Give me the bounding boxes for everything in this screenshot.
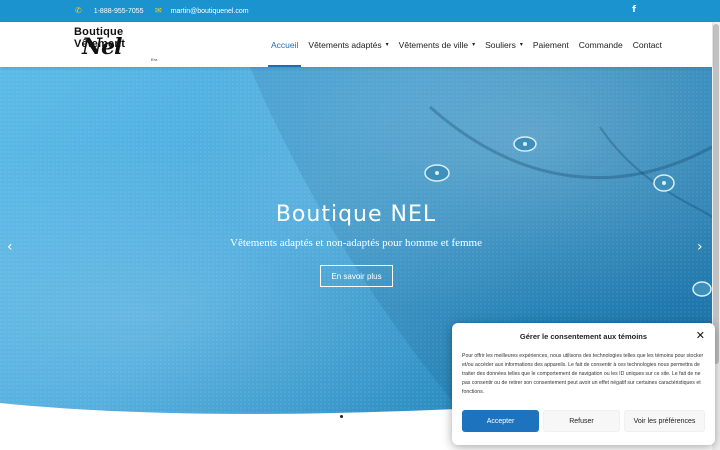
nav-item-vetements-adaptes[interactable]: Vêtements adaptés ▾ <box>303 22 393 67</box>
consent-buttons: Accepter Refuser Voir les préférences <box>462 410 705 432</box>
chevron-down-icon: ▾ <box>472 42 476 48</box>
phone-contact[interactable]: ✆ 1-888-955-7055 <box>75 7 144 15</box>
phone-number[interactable]: 1-888-955-7055 <box>94 8 144 15</box>
nav-item-label: Vêtements de ville <box>398 39 469 50</box>
nav-item-label: Contact <box>632 39 663 50</box>
nav-item-label: Vêtements adaptés <box>308 39 382 50</box>
slider-next-icon[interactable]: › <box>697 239 703 255</box>
envelope-icon: ✉ <box>155 6 162 15</box>
nav-item-label: Accueil <box>271 39 299 50</box>
hero-subtitle: Vêtements adaptés et non-adaptés pour ho… <box>230 237 482 249</box>
nav-item-label: Souliers <box>485 39 516 50</box>
nav-item-contact[interactable]: Contact <box>628 22 667 67</box>
learn-more-button[interactable]: En savoir plus <box>320 265 393 287</box>
top-bar: ✆ 1-888-955-7055 ✉ martin@boutiquenel.co… <box>0 0 720 22</box>
phone-icon: ✆ <box>75 6 82 15</box>
accept-button[interactable]: Accepter <box>462 410 539 432</box>
consent-text: Pour offrir les meilleures expériences, … <box>462 353 704 395</box>
scrollbar-thumb[interactable] <box>713 24 719 364</box>
nav-item-souliers[interactable]: Souliers ▾ <box>480 22 528 67</box>
chevron-down-icon: ▾ <box>519 42 523 48</box>
site-header: Boutique Vêtement Nel Enr. Accueil Vêtem… <box>0 22 712 67</box>
slider-prev-icon[interactable]: ‹ <box>7 239 13 255</box>
nav-item-vetements-de-ville[interactable]: Vêtements de ville ▾ <box>394 22 480 67</box>
logo-suffix: Enr. <box>151 57 159 62</box>
email-address[interactable]: martin@boutiquenel.com <box>171 8 249 15</box>
chevron-down-icon: ▾ <box>385 42 389 48</box>
nav-item-commande[interactable]: Commande <box>574 22 628 67</box>
view-preferences-button[interactable]: Voir les préférences <box>624 410 705 432</box>
nav-item-label: Paiement <box>532 39 569 50</box>
cookie-consent-dialog: Gérer le consentement aux témoins ✕ Pour… <box>452 323 715 445</box>
logo-line2: Nel <box>82 34 122 60</box>
slider-pagination[interactable] <box>340 415 343 418</box>
consent-title: Gérer le consentement aux témoins <box>519 332 648 341</box>
nav-item-paiement[interactable]: Paiement <box>528 22 574 67</box>
hero-title: Boutique NEL <box>275 202 437 227</box>
nav-item-accueil[interactable]: Accueil <box>266 22 303 67</box>
close-icon[interactable]: ✕ <box>696 329 705 342</box>
email-contact[interactable]: ✉ martin@boutiquenel.com <box>155 7 249 15</box>
main-nav: Accueil Vêtements adaptés ▾ Vêtements de… <box>266 22 667 67</box>
site-logo[interactable]: Boutique Vêtement Nel Enr. <box>72 24 172 66</box>
refuse-button[interactable]: Refuser <box>543 410 620 432</box>
slider-dot[interactable] <box>340 415 343 418</box>
nav-item-label: Commande <box>578 39 623 50</box>
facebook-icon[interactable]: f <box>632 5 636 15</box>
